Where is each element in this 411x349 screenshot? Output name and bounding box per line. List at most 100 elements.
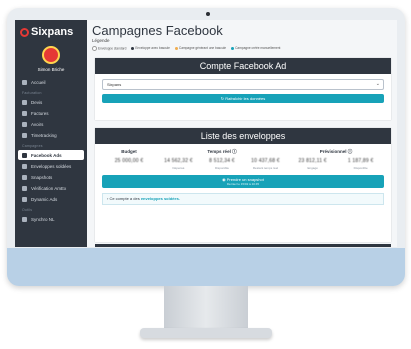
budget-label: Budget [121, 149, 137, 154]
legend-title: Légende [92, 38, 110, 43]
envelope-icon [22, 163, 27, 169]
legend-label: Campagne générant une bascule [178, 46, 227, 50]
legend-dot [231, 46, 235, 50]
account-card-title: Compte Facebook Ad [95, 58, 391, 74]
forecast-label: Prévisionnel [319, 149, 347, 154]
refresh-button[interactable]: ↻ Rafraîchir les données [102, 94, 384, 103]
sidebar-item-label: Avoirs [31, 121, 44, 127]
legend-dot [174, 46, 178, 50]
legend-item: Enveloppe avec bascule [131, 46, 170, 51]
legend-dot [131, 46, 135, 50]
stat-sub: Engagé [307, 166, 318, 170]
legend-item: Campagne générant une bascule [174, 46, 227, 51]
sidebar-item-label: Enveloppes soldées [31, 163, 72, 169]
legend-item: Campagne créée manuellement [231, 46, 280, 51]
sidebar-item-label: Snapshots [31, 174, 53, 180]
sidebar: Sixpans Simon Briche Accueil Facturation… [15, 20, 87, 247]
sidebar-section-tools: Outils [22, 208, 33, 212]
sidebar-item-facebook-ads[interactable]: Facebook Ads [18, 150, 84, 160]
info-icon[interactable]: ⓘ [232, 149, 237, 154]
legend-dot [92, 46, 97, 51]
forecast-column: Prévisionnel ⓘ 23 812,11 € Engagé 1 187,8… [288, 149, 384, 170]
info-icon[interactable]: ⓘ [348, 149, 353, 154]
sidebar-item-invoices[interactable]: Factures [18, 108, 84, 118]
snapshot-button[interactable]: ◉ Prendre un snapshot Dernier le 15/02 à… [102, 175, 384, 188]
sidebar-item-credit-notes[interactable]: Avoirs [18, 119, 84, 129]
sidebar-item-label: Devis [31, 99, 43, 105]
forecast-available: 1 187,89 € Disponible [348, 158, 374, 170]
sidebar-item-quotes[interactable]: Devis [18, 97, 84, 107]
stat-value: 1 187,89 € [347, 158, 374, 164]
stat-sub: Disponible [353, 166, 368, 170]
clock-icon [22, 132, 27, 138]
sidebar-item-sync-nl[interactable]: Synchro NL [18, 214, 84, 224]
sidebar-item-amex[interactable]: Vérification AmEx [18, 183, 84, 193]
sidebar-item-dynamic-ads[interactable]: Dynamic Ads [18, 194, 84, 204]
camera-icon [22, 174, 27, 180]
sync-icon [22, 216, 27, 222]
avatar[interactable] [42, 46, 60, 64]
legend-label: Enveloppe standard [98, 46, 127, 51]
logo[interactable]: Sixpans [15, 20, 87, 38]
facebook-icon [22, 152, 27, 158]
notice-text: Ce compte a des [109, 196, 140, 201]
realtime-header: Temps réel ⓘ [156, 149, 288, 156]
stat-value: 23 812,11 € [298, 158, 327, 164]
sidebar-item-label: Synchro NL [31, 216, 55, 222]
invoice-icon [22, 110, 27, 116]
legend-label: Enveloppe avec bascule [135, 46, 170, 50]
sidebar-item-snapshots[interactable]: Snapshots [18, 172, 84, 182]
budget-column: Budget 25 000,00 € [102, 149, 156, 170]
monitor-base [140, 328, 272, 338]
realtime-remaining: 10 437,68 € Restant temps réel [251, 158, 280, 170]
envelopes-card-title: Liste des enveloppes [95, 128, 391, 144]
sidebar-item-label: Factures [31, 110, 49, 116]
legend: Enveloppe standard Enveloppe avec bascul… [92, 46, 280, 51]
sidebar-item-timetracking[interactable]: Timetracking [18, 130, 84, 140]
table-header-bar [95, 244, 391, 247]
document-icon [22, 99, 27, 105]
logo-icon [20, 27, 29, 37]
realtime-available: 8 512,34 € Disponible [209, 158, 235, 170]
stat-value: 14 562,32 € [164, 158, 193, 164]
legend-item: Enveloppe standard [92, 46, 126, 51]
sidebar-item-label: Facebook Ads [31, 152, 62, 158]
sidebar-section-billing: Facturation [22, 91, 42, 95]
realtime-label: Temps réel [207, 149, 231, 154]
sidebar-item-label: Dynamic Ads [31, 196, 58, 202]
stat-value: 8 512,34 € [209, 158, 235, 164]
stat-sub: Restant temps réel [252, 166, 279, 170]
sidebar-item-label: Timetracking [31, 132, 57, 138]
stat-sub: Dépensé [172, 166, 185, 170]
closed-envelopes-link[interactable]: enveloppes soldées. [141, 196, 180, 201]
refresh-label: Rafraîchir les données [225, 96, 266, 101]
forecast-committed: 23 812,11 € Engagé [299, 158, 327, 170]
account-select-value: Sixpans [107, 82, 122, 87]
card-icon [22, 185, 27, 191]
forecast-header: Prévisionnel ⓘ [288, 149, 384, 156]
realtime-column: Temps réel ⓘ 14 562,32 € Dépensé 8 512,34… [156, 149, 288, 170]
monitor-chin [7, 248, 405, 286]
sidebar-item-home[interactable]: Accueil [18, 77, 84, 87]
monitor-stand [164, 286, 248, 330]
page-title: Campagnes Facebook [92, 23, 223, 38]
account-card: Compte Facebook Ad Sixpans ⌄ ↻ Rafraîchi… [95, 58, 391, 120]
stat-sub: Disponible [214, 166, 229, 170]
main-content: Campagnes Facebook Légende Enveloppe sta… [87, 20, 397, 247]
sidebar-section-campaigns: Campagnes [22, 144, 43, 148]
sidebar-item-label: Accueil [31, 79, 46, 85]
legend-label: Campagne créée manuellement [235, 46, 281, 50]
envelope-stats: Budget 25 000,00 € Temps réel ⓘ 14 562,3… [102, 149, 384, 170]
account-select[interactable]: Sixpans ⌄ [102, 79, 384, 90]
snapshot-sub: Dernier le 15/02 à 10:45 [226, 182, 260, 186]
brand-name: Sixpans [31, 26, 74, 38]
chevron-down-icon: ⌄ [375, 81, 380, 87]
sidebar-item-label: Vérification AmEx [31, 185, 67, 191]
stat-value: 10 437,68 € [251, 158, 280, 164]
screen: Sixpans Simon Briche Accueil Facturation… [15, 20, 397, 247]
envelopes-card: Liste des enveloppes Budget 25 000,00 € … [95, 128, 391, 242]
ads-icon [22, 196, 27, 202]
sidebar-item-closed-envelopes[interactable]: Enveloppes soldées [18, 161, 84, 171]
home-icon [22, 79, 27, 85]
closed-envelopes-notice[interactable]: › Ce compte a des enveloppes soldées. [102, 193, 384, 205]
